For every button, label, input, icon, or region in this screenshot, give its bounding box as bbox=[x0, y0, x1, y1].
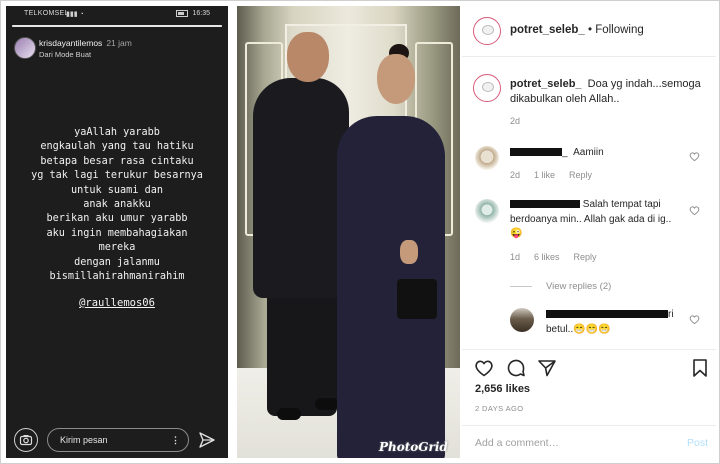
comment-1-likes[interactable]: 1 like bbox=[534, 170, 555, 180]
caption: potret_seleb_ Doa yg indah...semoga dika… bbox=[510, 77, 710, 129]
comment-icon[interactable] bbox=[506, 358, 526, 378]
replies-divider bbox=[510, 285, 532, 287]
caption-avatar[interactable] bbox=[473, 74, 501, 102]
status-right: 16:35 bbox=[176, 10, 210, 17]
heart-icon[interactable] bbox=[689, 151, 700, 162]
story-text-line: berikan aku umur yarabb bbox=[46, 213, 188, 225]
comment-2: Salah tempat tapi berdoanya min.. Allah … bbox=[510, 198, 680, 242]
reply-avatar[interactable] bbox=[510, 308, 534, 332]
story-text-line: mereka bbox=[98, 242, 136, 254]
photo-shoe bbox=[315, 398, 339, 410]
story-text-line: anak anakku bbox=[83, 199, 151, 211]
redacted-username[interactable] bbox=[510, 148, 562, 157]
comment-2-likes[interactable]: 6 likes bbox=[534, 252, 560, 262]
caption-age: 2d bbox=[510, 116, 521, 126]
screenshot-frame: TELKOMSEL ▮▮▮ ◔ 16:35 krisdayantilemos 21… bbox=[0, 0, 720, 464]
story-text-line: bismillahirahmanirahim bbox=[49, 271, 185, 283]
comment-1-age: 2d bbox=[510, 170, 521, 180]
post-sidebar: potret_seleb_ • Following potret_seleb_ … bbox=[462, 6, 716, 458]
signal-icon: ▮▮▮ ◔ bbox=[66, 11, 84, 18]
photo-woman-head bbox=[377, 54, 415, 104]
story-progress-bar bbox=[12, 25, 222, 27]
story-text-line: yaAllah yarabb bbox=[74, 127, 160, 138]
send-icon[interactable] bbox=[198, 431, 216, 449]
comment-1-meta: 2d 1 like Reply bbox=[510, 170, 606, 180]
heart-icon[interactable] bbox=[689, 205, 700, 216]
comment-2-reply-button[interactable]: Reply bbox=[574, 252, 597, 262]
photo-man-head bbox=[287, 32, 329, 82]
story-avatar[interactable] bbox=[14, 37, 36, 59]
story-text-line: betapa besar rasa cintaku bbox=[40, 155, 194, 167]
like-heart-icon[interactable] bbox=[474, 358, 494, 378]
comment-avatar[interactable] bbox=[475, 146, 499, 170]
add-comment-input[interactable]: Add a comment… bbox=[475, 437, 559, 449]
comment-divider bbox=[462, 425, 716, 426]
story-text-line: untuk suami dan bbox=[70, 184, 163, 196]
heart-icon[interactable] bbox=[689, 314, 700, 325]
avatar-logo bbox=[482, 82, 494, 92]
story-text: yaAllah yarabb engkaulah yang tau hatiku b… bbox=[6, 126, 228, 284]
comment-2-age: 1d bbox=[510, 252, 521, 262]
caption-username[interactable]: potret_seleb_ bbox=[510, 78, 582, 90]
story-message-placeholder: Kirim pesan bbox=[60, 435, 108, 445]
story-time-ago: 21 jam bbox=[106, 38, 132, 48]
story-progress-fill bbox=[12, 25, 222, 27]
avatar-logo bbox=[482, 25, 494, 35]
carrier-label: TELKOMSEL bbox=[24, 10, 69, 17]
story-message-input[interactable]: Kirim pesan ⋮ bbox=[47, 428, 189, 452]
story-username[interactable]: krisdayantilemos bbox=[39, 38, 102, 48]
post-header: potret_seleb_ • Following bbox=[462, 6, 716, 57]
post-photo[interactable]: PhotoGrid bbox=[237, 6, 460, 458]
share-icon[interactable] bbox=[537, 358, 557, 378]
status-bar: TELKOMSEL ▮▮▮ ◔ 16:35 bbox=[6, 6, 228, 22]
story-text-line: aku ingin membahagiakan bbox=[46, 227, 188, 239]
comment-1-user-suffix: _ bbox=[562, 147, 568, 158]
photogrid-watermark: PhotoGrid bbox=[379, 440, 448, 454]
battery-icon bbox=[176, 10, 189, 17]
header-separator: • bbox=[584, 24, 596, 36]
comment-avatar[interactable] bbox=[475, 199, 499, 223]
actions-divider bbox=[462, 349, 716, 350]
reply-text: betul..😁😁😁 bbox=[546, 323, 611, 335]
story-text-line: yg tak lagi terukur besarnya bbox=[31, 170, 203, 182]
story-text-line: engkaulah yang tau hatiku bbox=[40, 141, 194, 153]
comment-1-text: Aamiin bbox=[573, 147, 604, 158]
story-reply-bar: Kirim pesan ⋮ bbox=[6, 421, 228, 458]
comment-1: _ Aamiin bbox=[510, 146, 690, 161]
account-avatar[interactable] bbox=[473, 17, 501, 45]
post-date: 2 DAYS AGO bbox=[475, 404, 524, 413]
story-subtitle: Dari Mode Buat bbox=[39, 50, 92, 59]
header-username[interactable]: potret_seleb_ bbox=[510, 24, 585, 36]
story-username-row[interactable]: krisdayantilemos 21 jam bbox=[39, 38, 132, 48]
camera-icon[interactable] bbox=[14, 428, 38, 452]
reply-comment: ri betul..😁😁😁 bbox=[546, 308, 686, 337]
redacted-username[interactable] bbox=[546, 310, 668, 319]
view-replies-button[interactable]: View replies (2) bbox=[510, 281, 611, 292]
header-user-row: potret_seleb_ • Following bbox=[510, 24, 644, 36]
following-button[interactable]: Following bbox=[595, 24, 644, 36]
story-text-line: dengan jalanmu bbox=[74, 256, 160, 268]
status-time: 16:35 bbox=[192, 10, 210, 17]
more-dots-icon[interactable]: ⋮ bbox=[171, 429, 180, 451]
photo-hand bbox=[400, 240, 418, 264]
bookmark-icon[interactable] bbox=[690, 358, 710, 378]
comment-2-meta: 1d 6 likes Reply bbox=[510, 252, 611, 262]
view-replies-label[interactable]: View replies (2) bbox=[546, 281, 611, 292]
likes-count[interactable]: 2,656 likes bbox=[475, 383, 530, 395]
redacted-username[interactable] bbox=[510, 200, 580, 209]
post-comment-button[interactable]: Post bbox=[687, 437, 708, 449]
reply-user-suffix: ri bbox=[668, 309, 674, 320]
photo-handbag bbox=[397, 279, 437, 319]
story-mention-link[interactable]: @raullemos06 bbox=[6, 297, 228, 309]
story-panel: TELKOMSEL ▮▮▮ ◔ 16:35 krisdayantilemos 21… bbox=[6, 6, 228, 458]
photo-man bbox=[253, 78, 349, 298]
comment-1-reply-button[interactable]: Reply bbox=[569, 170, 592, 180]
photo-shoe bbox=[277, 408, 301, 420]
